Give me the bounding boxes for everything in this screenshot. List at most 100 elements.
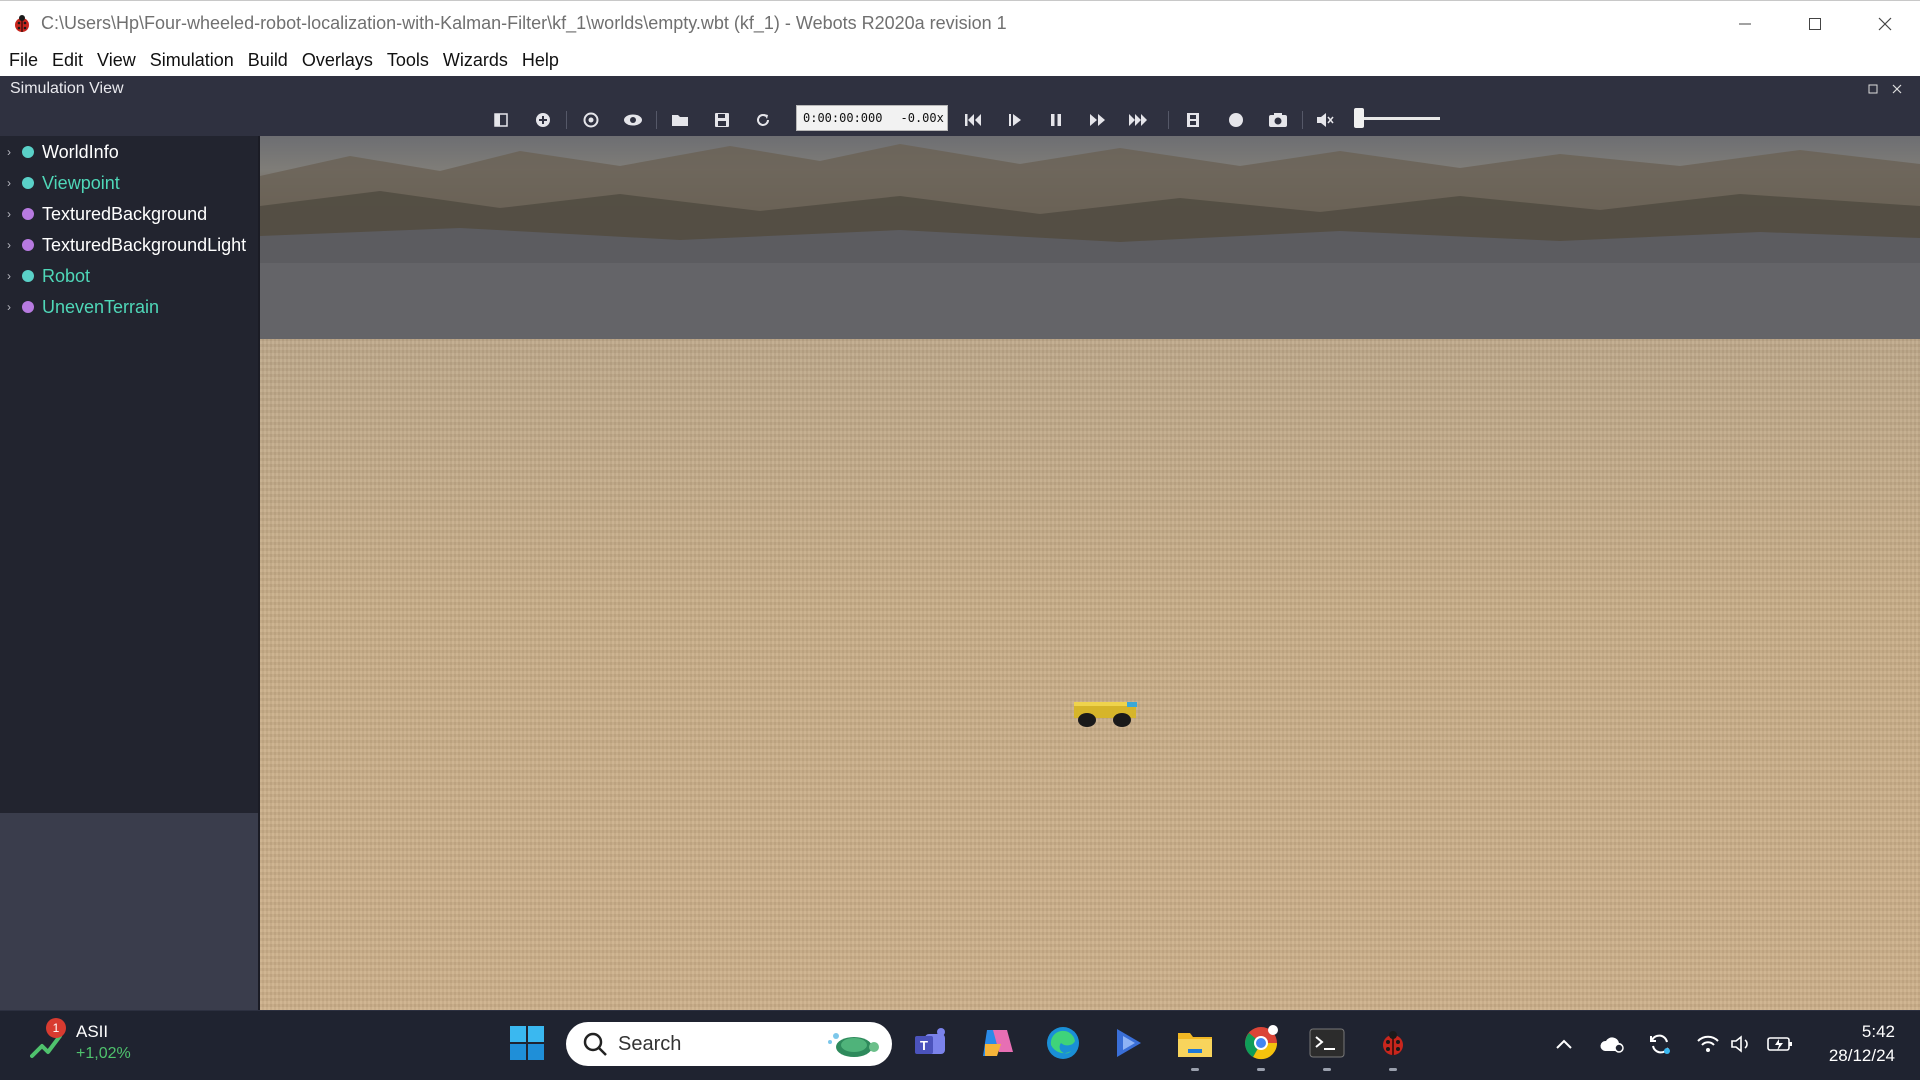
cloud-icon <box>1600 1037 1624 1053</box>
expand-arrow-icon[interactable]: › <box>7 176 19 190</box>
expand-arrow-icon[interactable]: › <box>7 145 19 159</box>
automate-icon <box>1117 1029 1141 1057</box>
svg-text:T: T <box>920 1038 928 1053</box>
window-controls <box>1710 1 1920 46</box>
reset-simulation-button[interactable] <box>960 108 986 132</box>
teams-app[interactable]: T <box>909 1021 953 1065</box>
save-world-button[interactable] <box>709 108 735 132</box>
taskbar-search[interactable]: Search <box>566 1022 892 1066</box>
maximize-button[interactable] <box>1780 1 1850 46</box>
robot-model[interactable] <box>1073 696 1139 728</box>
running-indicator <box>1257 1068 1265 1071</box>
menu-tools[interactable]: Tools <box>380 45 436 76</box>
start-button[interactable] <box>505 1021 549 1065</box>
tree-item-label: UnevenTerrain <box>42 296 160 317</box>
stock-name: ASII <box>76 1022 109 1041</box>
file-explorer-app[interactable] <box>1173 1021 1217 1065</box>
copilot-app[interactable] <box>975 1021 1019 1065</box>
taskbar-clock[interactable]: 5:42 28/12/24 <box>1829 1020 1895 1068</box>
menu-simulation[interactable]: Simulation <box>143 45 241 76</box>
view-options-button[interactable] <box>620 108 646 132</box>
run-button[interactable] <box>1085 108 1111 132</box>
scene-tree: › WorldInfo › Viewpoint › TexturedBackgr… <box>0 136 258 813</box>
speaker-icon <box>1731 1035 1748 1053</box>
node-dot-icon <box>22 146 34 158</box>
chrome-app[interactable] <box>1239 1021 1283 1065</box>
wifi-icon <box>1697 1035 1719 1052</box>
step-button[interactable] <box>1002 108 1028 132</box>
folder-icon <box>672 115 688 126</box>
add-icon <box>536 113 550 127</box>
sand-floor <box>260 339 1920 1010</box>
volume-tray[interactable] <box>1728 1030 1756 1058</box>
3d-viewport[interactable] <box>260 136 1920 1010</box>
menu-help[interactable]: Help <box>515 45 566 76</box>
node-dot-icon <box>22 270 34 282</box>
menu-wizards[interactable]: Wizards <box>436 45 515 76</box>
tree-item-uneventerrain[interactable]: › UnevenTerrain <box>0 294 159 320</box>
add-node-button[interactable] <box>530 108 556 132</box>
tree-item-worldinfo[interactable]: › WorldInfo <box>0 139 119 165</box>
menu-overlays[interactable]: Overlays <box>295 45 380 76</box>
powerautomate-app[interactable] <box>1107 1021 1151 1065</box>
open-world-button[interactable] <box>667 108 693 132</box>
float-icon <box>1868 84 1878 94</box>
fast-button[interactable] <box>1126 108 1152 132</box>
expand-arrow-icon[interactable]: › <box>7 269 19 283</box>
viewpoint-reset-icon <box>583 112 599 128</box>
toggle-scene-tree-button[interactable] <box>488 108 514 132</box>
record-animation-button[interactable] <box>1223 108 1249 132</box>
menu-bar: File Edit View Simulation Build Overlays… <box>0 45 1920 76</box>
running-indicator <box>1323 1068 1331 1071</box>
node-dot-icon <box>22 177 34 189</box>
terminal-app[interactable] <box>1305 1021 1349 1065</box>
show-hidden-icons-button[interactable] <box>1550 1030 1578 1058</box>
onedrive-tray[interactable] <box>1598 1030 1626 1058</box>
stock-widget[interactable]: 1 ASII +1,02% <box>26 1018 146 1070</box>
edge-app[interactable] <box>1041 1021 1085 1065</box>
close-button[interactable] <box>1850 1 1920 46</box>
chrome-icon <box>1244 1025 1278 1060</box>
expand-arrow-icon[interactable]: › <box>7 207 19 221</box>
maximize-icon <box>1809 17 1821 30</box>
menu-build[interactable]: Build <box>241 45 295 76</box>
step-icon <box>1009 114 1021 126</box>
restore-viewpoint-button[interactable] <box>578 108 604 132</box>
camera-icon <box>1269 113 1287 127</box>
tree-item-label: Robot <box>42 265 91 286</box>
node-dot-icon <box>22 208 34 220</box>
volume-slider-handle[interactable] <box>1354 108 1364 128</box>
sync-tray[interactable] <box>1646 1030 1674 1058</box>
skip-back-icon <box>965 114 981 126</box>
wifi-tray[interactable] <box>1694 1030 1722 1058</box>
volume-slider[interactable] <box>1356 117 1440 120</box>
make-movie-button[interactable] <box>1180 108 1206 132</box>
pause-button[interactable] <box>1043 108 1069 132</box>
reload-world-button[interactable] <box>750 108 776 132</box>
close-dock-button[interactable] <box>1890 82 1904 96</box>
close-icon <box>1878 17 1892 30</box>
battery-tray[interactable] <box>1766 1030 1794 1058</box>
search-icon <box>583 1032 607 1056</box>
node-dot-icon <box>22 301 34 313</box>
tree-item-texturedbackgroundlight[interactable]: › TexturedBackgroundLight <box>0 232 246 258</box>
expand-arrow-icon[interactable]: › <box>7 238 19 252</box>
horizon-wall <box>260 263 1920 339</box>
float-dock-button[interactable] <box>1866 82 1880 96</box>
mute-button[interactable] <box>1312 108 1338 132</box>
screenshot-button[interactable] <box>1265 108 1291 132</box>
menu-view[interactable]: View <box>90 45 143 76</box>
toolbar-separator <box>1168 111 1169 129</box>
menu-edit[interactable]: Edit <box>45 45 90 76</box>
menu-file[interactable]: File <box>2 45 45 76</box>
webots-app[interactable] <box>1371 1021 1415 1065</box>
tree-item-viewpoint[interactable]: › Viewpoint <box>0 170 120 196</box>
simulation-speed: 0.00x <box>907 111 944 125</box>
tree-item-texturedbackground[interactable]: › TexturedBackground <box>0 201 207 227</box>
simulation-time: 0:00:00:000 <box>803 111 883 125</box>
expand-arrow-icon[interactable]: › <box>7 300 19 314</box>
minimize-button[interactable] <box>1710 1 1780 46</box>
title-bar: C:\Users\Hp\Four-wheeled-robot-localizat… <box>0 0 1920 45</box>
stock-change: +1,02% <box>76 1045 131 1062</box>
tree-item-robot[interactable]: › Robot <box>0 263 90 289</box>
